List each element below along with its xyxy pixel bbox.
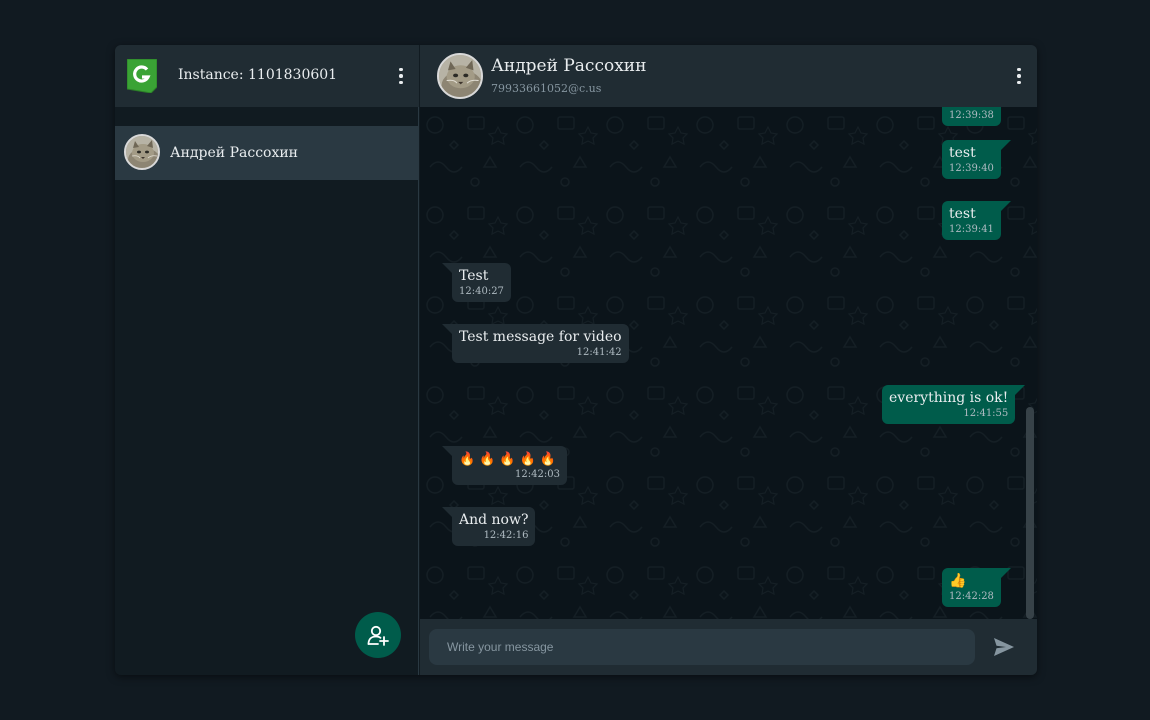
message-time: 12:39:40 (949, 163, 994, 174)
sidebar-header: Instance: 1101830601 (115, 45, 419, 107)
message-text: test (949, 206, 976, 222)
message-text: And now? (459, 512, 529, 528)
chat-list-item-name: Андрей Рассохин (170, 145, 299, 161)
add-user-icon (367, 625, 389, 646)
sidebar: Instance: 1101830601 Андрей Рассохин (115, 45, 419, 675)
message-time: 12:42:16 (483, 530, 529, 541)
message-bubble-incoming: Test 12:40:27 (442, 263, 511, 302)
avatar[interactable] (437, 53, 483, 99)
message-time: 12:41:55 (963, 408, 1009, 419)
composer (420, 619, 1037, 675)
message-time: 12:42:03 (515, 469, 560, 480)
message-bubble-incoming: And now? 12:42:16 (441, 507, 536, 546)
send-icon[interactable] (992, 635, 1016, 659)
message-text: Test message for video (459, 329, 622, 345)
message-text: 👍 (949, 573, 967, 589)
message-bubble-incoming: 🔥🔥🔥🔥🔥 12:42:03 (442, 446, 567, 485)
message-bubble-outgoing: 👍 12:42:28 (942, 568, 1011, 607)
instance-label: Instance: 1101830601 (178, 67, 338, 83)
message-text: everything is ok! (889, 390, 1009, 406)
chat-title: Андрей Рассохин (491, 56, 647, 76)
message-bubble-outgoing: test 12:39:40 (942, 140, 1011, 179)
message-input[interactable] (429, 629, 975, 665)
message-bubble-outgoing: everything is ok! 12:41:55 (882, 385, 1026, 424)
message-time: 12:39:38 (949, 110, 994, 121)
cat-avatar-icon (126, 136, 158, 168)
chat-header: Андрей Рассохин 79933661052@c.us (420, 45, 1037, 107)
chat-list-item[interactable]: Андрей Рассохин (115, 126, 419, 180)
scrollbar[interactable] (1026, 407, 1034, 619)
message-time: 12:40:27 (459, 286, 504, 297)
add-contact-button[interactable] (355, 612, 401, 658)
message-bubble-outgoing: 12:39:38 (942, 107, 1001, 126)
green-api-logo-icon (127, 59, 157, 93)
message-time: 12:39:41 (949, 224, 994, 235)
message-time: 12:41:42 (576, 347, 622, 358)
message-bubble-incoming: Test message for video 12:41:42 (442, 324, 629, 363)
chat-subtitle: 79933661052@c.us (491, 82, 602, 95)
cat-avatar-icon (439, 55, 481, 97)
chat-menu-icon[interactable] (1009, 64, 1029, 88)
app-window: Instance: 1101830601 Андрей Рассохин Анд… (115, 45, 1037, 675)
message-bubble-outgoing: test 12:39:41 (942, 201, 1011, 240)
chat-panel: Андрей Рассохин 79933661052@c.us 12:39:3… (420, 45, 1037, 675)
message-text: Test (459, 268, 489, 284)
message-text (949, 107, 994, 109)
message-text: test (949, 145, 976, 161)
message-text: 🔥🔥🔥🔥🔥 (459, 452, 560, 467)
message-list: 12:39:38 test 12:39:40 test 12:39:41 Tes… (420, 107, 1037, 619)
sidebar-menu-icon[interactable] (391, 64, 411, 88)
message-time: 12:42:28 (949, 591, 994, 602)
avatar (124, 134, 160, 170)
